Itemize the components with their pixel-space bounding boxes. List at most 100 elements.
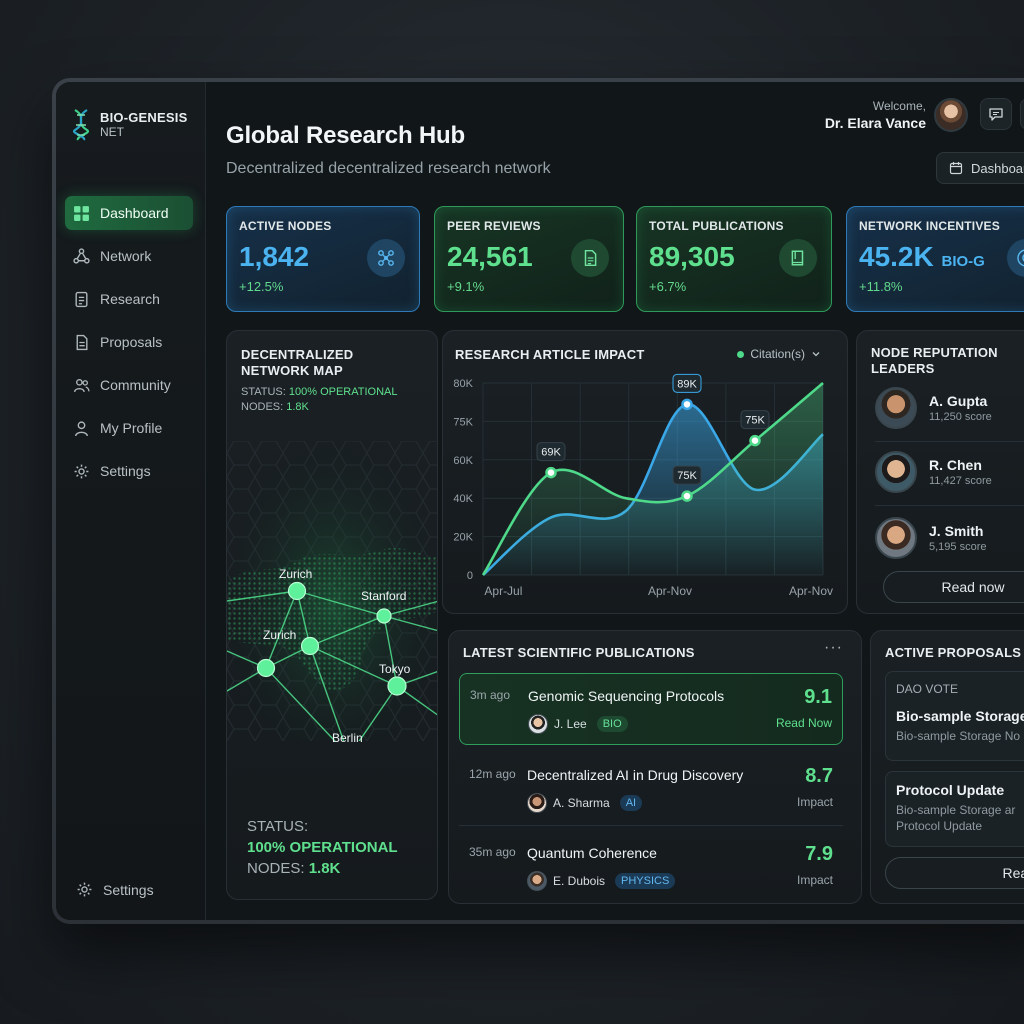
map-nodes-value: 1.8K: [286, 401, 309, 413]
chart-data-label: 89K: [677, 378, 697, 390]
stat-card-network-incentives[interactable]: NETWORK INCENTIVES 45.2K BIO-G +11.8%: [846, 206, 1024, 312]
sidebar-item-settings[interactable]: Settings: [65, 454, 193, 488]
map-label-zurich-2: Zurich: [263, 628, 297, 642]
pub-author-name: A. Sharma: [553, 796, 610, 810]
pub-tag: AI: [619, 795, 643, 811]
stat-icon-wrap: [367, 239, 405, 277]
user-name: Dr. Elara Vance: [824, 115, 926, 131]
notifications-button[interactable]: [1020, 98, 1024, 130]
pub-author: J. Lee BIO: [528, 714, 628, 734]
research-impact-chart-panel[interactable]: RESEARCH ARTICLE IMPACT Citation(s) 0 20K…: [442, 330, 848, 614]
publication-row[interactable]: 3m ago Genomic Sequencing Protocols J. L…: [459, 673, 843, 745]
sidebar-item-proposals[interactable]: Proposals: [65, 325, 193, 359]
chart-point[interactable]: [681, 490, 693, 502]
impact-chart[interactable]: 0 20K 40K 60K 75K 80K Apr-Jul Apr-Nov Apr-Nov 6…: [443, 331, 849, 615]
sidebar-item-dashboard[interactable]: Dashboard: [65, 196, 193, 230]
leader-item[interactable]: A. Gupta 11,250 score: [875, 387, 992, 429]
publication-row[interactable]: 12m ago Decentralized AI in Drug Discove…: [459, 753, 843, 825]
map-title: DECENTRALIZED NETWORK MAP: [241, 347, 354, 378]
proposal-desc: Bio-sample Storage No: [896, 729, 1021, 743]
sidebar: BIO-GENESIS NET Dashboard Network Resear…: [56, 82, 206, 920]
read-now-link[interactable]: Read Now: [776, 716, 832, 730]
leader-score: 5,195 score: [929, 541, 987, 553]
stat-card-peer-reviews[interactable]: PEER REVIEWS 24,561 +9.1%: [434, 206, 624, 312]
leader-score: 11,427 score: [929, 475, 992, 487]
sidebar-item-network[interactable]: Network: [65, 239, 193, 273]
publications-panel: LATEST SCIENTIFIC PUBLICATIONS ··· 3m ag…: [448, 630, 862, 904]
map-status: STATUS: 100% OPERATIONAL NODES: 1.8K: [241, 385, 398, 415]
chart-point[interactable]: [749, 434, 761, 447]
network-map-panel[interactable]: DECENTRALIZED NETWORK MAP STATUS: 100% O…: [226, 330, 438, 900]
coin-icon: [1017, 249, 1024, 267]
publications-title: LATEST SCIENTIFIC PUBLICATIONS: [463, 645, 695, 660]
leader-item[interactable]: R. Chen 11,427 score: [875, 451, 992, 493]
sidebar-item-label: Community: [100, 377, 171, 393]
read-now-button[interactable]: Read N: [885, 857, 1024, 889]
map-label-berlin: Berlin: [332, 731, 363, 745]
people-icon: [73, 378, 90, 392]
active-proposals-panel: ACTIVE PROPOSALS DAO VOTE Bio-sample Sto…: [870, 630, 1024, 904]
map-nodes-label: NODES:: [241, 401, 284, 413]
stat-label: NETWORK INCENTIVES: [859, 219, 1000, 233]
pub-tag: BIO: [596, 716, 628, 732]
stat-change: +9.1%: [447, 279, 485, 294]
map-status-label: STATUS:: [241, 386, 286, 398]
stat-card-active-nodes[interactable]: ACTIVE NODES 1,842 +12.5%: [226, 206, 420, 312]
pub-title: Genomic Sequencing Protocols: [528, 688, 725, 704]
messages-button[interactable]: [980, 98, 1012, 130]
bottom-settings-link[interactable]: Settings: [76, 881, 154, 898]
stat-icon-wrap: [571, 239, 609, 277]
leader-item[interactable]: J. Smith 5,195 score: [875, 517, 986, 559]
chart-xtick-label: Apr-Jul: [484, 584, 522, 598]
map-bottom-status-label: STATUS:: [247, 818, 309, 835]
chart-ytick-label: 75K: [453, 416, 473, 428]
pub-title: Decentralized AI in Drug Discovery: [527, 767, 744, 783]
proposal-title: Bio-sample Storage: [896, 708, 1024, 724]
bottom-settings-label: Settings: [103, 881, 154, 898]
document-icon: [584, 249, 597, 267]
divider: [875, 505, 1024, 506]
sidebar-item-research[interactable]: Research: [65, 282, 193, 316]
stat-change: +12.5%: [239, 279, 284, 294]
app-screen: BIO-GENESIS NET Dashboard Network Resear…: [56, 82, 1024, 920]
page-subtitle: Decentralized decentralized research net…: [226, 160, 551, 177]
chart-point[interactable]: [681, 398, 693, 411]
proposal-kicker: DAO VOTE: [896, 682, 959, 696]
pub-tag: PHYSICS: [615, 873, 676, 889]
view-select[interactable]: Dashboard: [936, 152, 1024, 184]
grid-icon: [74, 205, 89, 221]
read-now-button[interactable]: Read now: [883, 571, 1024, 603]
sidebar-item-community[interactable]: Community: [65, 368, 193, 402]
proposals-title: ACTIVE PROPOSALS: [885, 645, 1022, 660]
brand[interactable]: BIO-GENESIS NET: [70, 108, 187, 142]
device-frame: BIO-GENESIS NET Dashboard Network Resear…: [52, 78, 1024, 924]
brand-sub: NET: [100, 125, 124, 139]
more-icon[interactable]: ···: [824, 639, 843, 657]
leader-name: A. Gupta: [929, 393, 988, 409]
brand-name: BIO-GENESIS: [100, 110, 188, 125]
chart-data-label: 69K: [541, 447, 561, 459]
proposal-title: Protocol Update: [896, 782, 1005, 798]
chart-ytick-label: 0: [467, 570, 473, 582]
avatar[interactable]: [934, 98, 968, 132]
pub-time: 35m ago: [469, 845, 516, 859]
sidebar-item-label: Settings: [100, 463, 151, 479]
proposal-card[interactable]: Protocol Update Bio-sample Storage ar Pr…: [885, 771, 1024, 847]
sidebar-item-label: Research: [100, 291, 160, 307]
chart-xtick-label: Apr-Nov: [648, 584, 692, 598]
welcome-block: Welcome, Dr. Elara Vance: [825, 98, 926, 132]
stat-card-total-publications[interactable]: TOTAL PUBLICATIONS 89,305 +6.7%: [636, 206, 832, 312]
chart-point[interactable]: [545, 466, 557, 479]
stat-icon-wrap: [779, 239, 817, 277]
publication-row[interactable]: 35m ago Quantum Coherence E. Dubois PHYS…: [459, 831, 843, 903]
welcome-label: Welcome,: [872, 99, 926, 113]
sidebar-item-my-profile[interactable]: My Profile: [65, 411, 193, 445]
map-status-value: 100% OPERATIONAL: [288, 386, 398, 398]
nodes-icon: [378, 250, 394, 266]
pub-author: A. Sharma AI: [527, 793, 643, 813]
user-icon: [74, 420, 89, 436]
proposal-card[interactable]: DAO VOTE Bio-sample Storage Bio-sample S…: [885, 671, 1024, 761]
chart-xtick-label: Apr-Nov: [789, 584, 833, 598]
pub-title: Quantum Coherence: [527, 845, 657, 861]
calendar-icon: [949, 162, 963, 175]
